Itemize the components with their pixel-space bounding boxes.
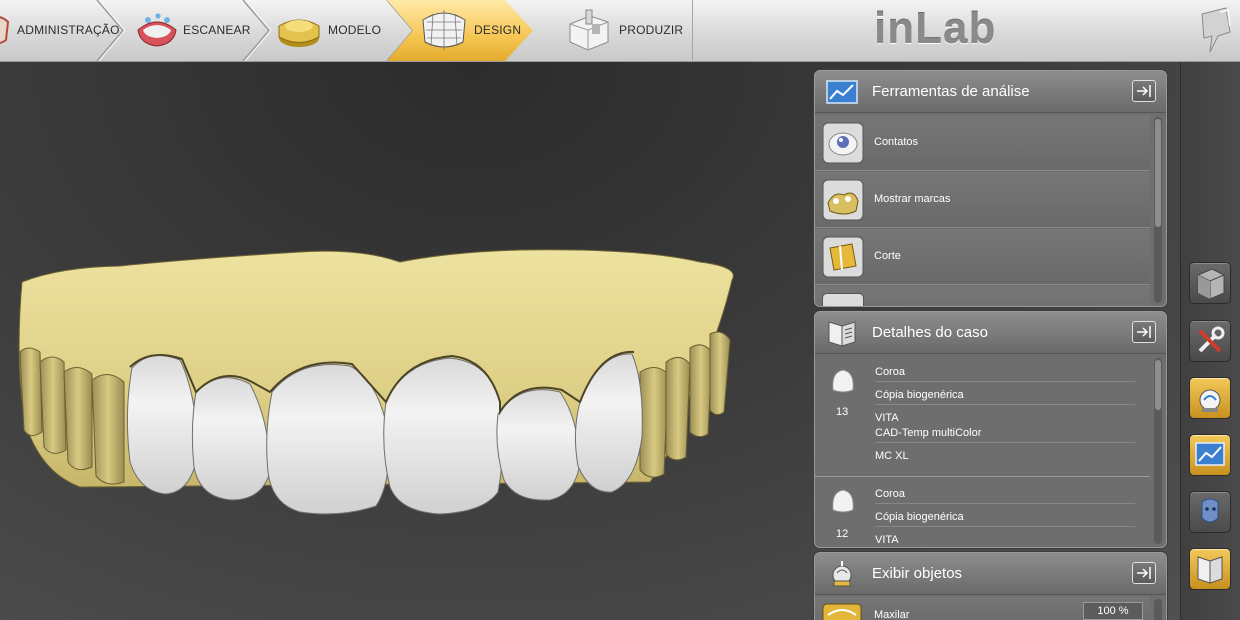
case-details-icon (828, 321, 856, 347)
crown-icon (832, 489, 854, 513)
step-modelo[interactable]: MODELO (270, 0, 388, 61)
cut-icon (822, 236, 864, 278)
tool-label: Corte (874, 250, 901, 262)
step-label: PRODUZIR (619, 23, 684, 37)
step-produzir[interactable]: PRODUZIR (560, 0, 690, 61)
view-cube-icon (1197, 268, 1225, 300)
analysis-tools-panel: Ferramentas de análise Contatos Mostrar … (814, 70, 1167, 307)
object-label: Maxilar (874, 609, 910, 620)
analysis-tools-button[interactable] (1189, 434, 1231, 476)
case-block: MC XL (875, 450, 909, 462)
show-marks-icon (822, 179, 864, 221)
panel-header[interactable]: Ferramentas de análise (815, 71, 1166, 113)
case-details-button[interactable] (1189, 548, 1231, 590)
chevron-separator-icon (242, 0, 271, 61)
case-item[interactable]: 13 Coroa Cópia biogenérica VITA CAD-Temp… (815, 356, 1150, 477)
dock-arrow-icon (1137, 85, 1151, 97)
case-manufacturer: VITA (875, 534, 899, 546)
crown-icon (832, 369, 854, 393)
chevron-separator-icon (96, 0, 125, 61)
dock-panel-button[interactable] (1132, 562, 1156, 584)
show-objects-panel: Exibir objetos Maxilar 100 % (814, 552, 1167, 620)
tooth-number: 13 (836, 406, 849, 418)
case-manufacturer: VITA (875, 412, 899, 424)
scan-icon (137, 13, 177, 47)
scrollbar[interactable] (1154, 358, 1162, 544)
case-details-panel: Detalhes do caso 13 Coroa Cópia biogenér… (814, 311, 1167, 548)
step-escanear[interactable]: ESCANEAR (124, 0, 250, 61)
analysis-tools-icon (826, 80, 858, 104)
design-tool-icon (1199, 389, 1221, 412)
tool-corte[interactable]: Corte (815, 229, 1150, 285)
face-icon (1201, 498, 1219, 523)
tooth-number: 12 (836, 528, 849, 540)
opacity-value[interactable]: 100 % (1083, 602, 1143, 620)
scrollbar-thumb[interactable] (1155, 360, 1161, 410)
panel-header[interactable]: Exibir objetos (815, 553, 1166, 595)
panel-header[interactable]: Detalhes do caso (815, 312, 1166, 354)
scrollbar[interactable] (1154, 599, 1162, 620)
model-icon (278, 19, 320, 47)
panel-title: Detalhes do caso (872, 324, 988, 341)
tools-icon (1198, 326, 1225, 353)
workflow-bar: ADMINISTRAÇÃO ESCANEAR MODELO DESIGN PRO… (0, 0, 1240, 62)
dock-arrow-icon (1137, 326, 1151, 338)
case-material: CAD-Temp multiColor (875, 427, 1135, 443)
case-type: Coroa (875, 488, 1135, 504)
panel-title: Exibir objetos (872, 565, 963, 582)
face-button[interactable] (1189, 491, 1231, 533)
case-method: Cópia biogenérica (875, 389, 1135, 405)
dental-model-3d[interactable] (0, 62, 800, 620)
app-logo: inLab (874, 4, 997, 53)
app-menu-icon[interactable] (1196, 6, 1236, 56)
tool-label: Contatos (874, 136, 919, 148)
analysis-tools-icon (1195, 442, 1225, 466)
dock-panel-button[interactable] (1132, 321, 1156, 343)
scrollbar-thumb[interactable] (1155, 119, 1161, 227)
panel-title: Ferramentas de análise (872, 83, 1030, 100)
contacts-icon (822, 122, 864, 164)
show-objects-icon (832, 561, 852, 587)
tools-button[interactable] (1189, 320, 1231, 362)
case-method: Cópia biogenérica (875, 511, 1135, 527)
tool-label: Mostrar marcas (874, 193, 951, 205)
tool-mostrar-marcas[interactable]: Mostrar marcas (815, 172, 1150, 228)
dock-arrow-icon (1137, 567, 1151, 579)
step-label: MODELO (328, 23, 382, 37)
case-type: Coroa (875, 366, 1135, 382)
step-label: DESIGN (474, 23, 522, 37)
scrollbar[interactable] (1154, 117, 1162, 303)
produce-icon (569, 9, 609, 51)
tool-contatos[interactable]: Contatos (815, 115, 1150, 171)
dock-panel-button[interactable] (1132, 80, 1156, 102)
object-row-maxilar[interactable]: Maxilar 100 % (815, 597, 1150, 620)
administration-icon (0, 16, 10, 45)
step-administracao[interactable]: ADMINISTRAÇÃO (0, 0, 119, 61)
design-tool-button[interactable] (1189, 377, 1231, 419)
tool-row-partial[interactable] (815, 286, 1150, 306)
view-cube-button[interactable] (1189, 262, 1231, 304)
maxilla-icon (822, 603, 862, 620)
design-icon (422, 10, 466, 50)
case-item[interactable]: 12 Coroa Cópia biogenérica VITA (815, 478, 1150, 547)
divider (692, 0, 693, 61)
tool-icon-partial (822, 293, 864, 306)
case-details-icon (1197, 556, 1223, 584)
